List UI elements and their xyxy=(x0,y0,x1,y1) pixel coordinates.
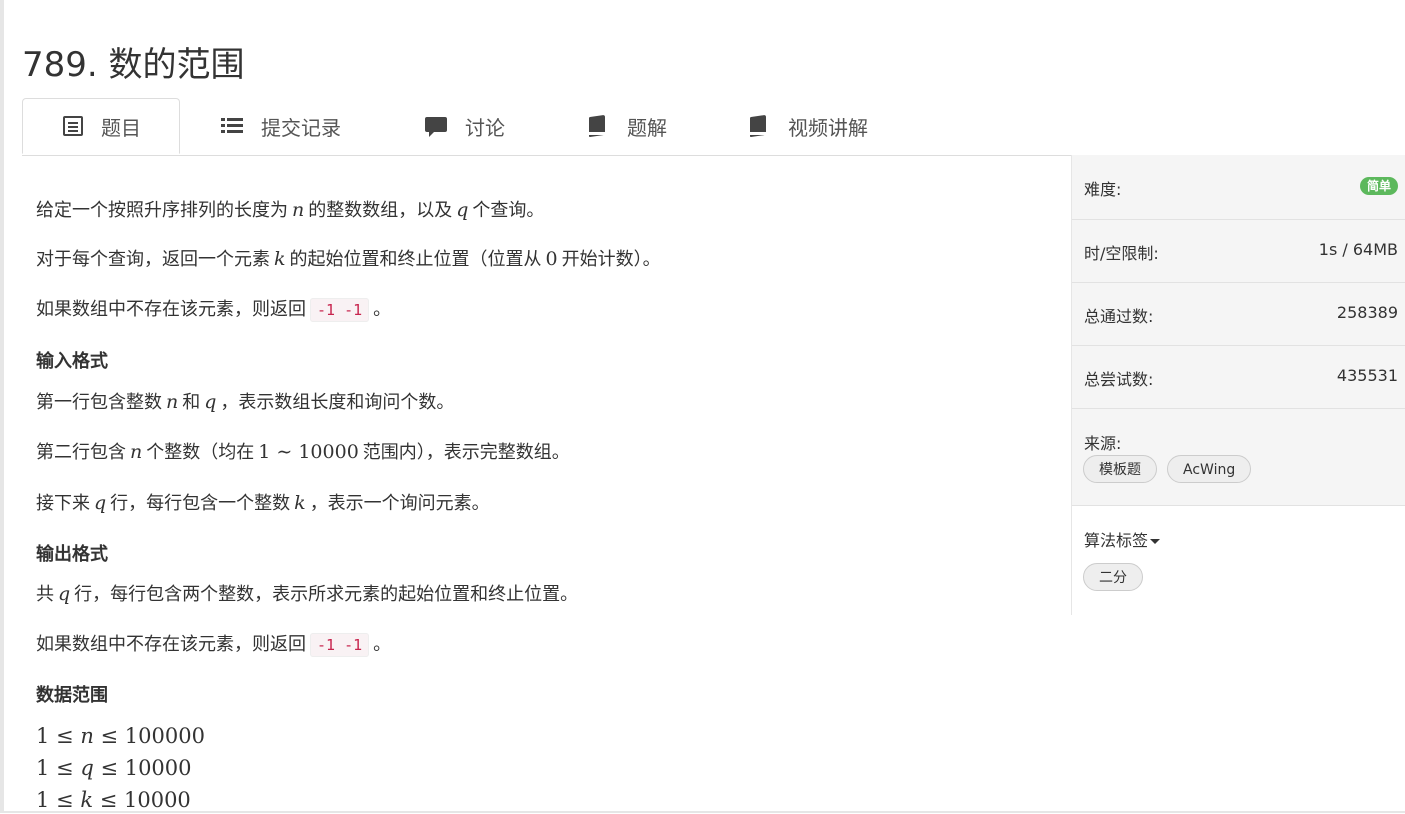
tab-label: 视频讲解 xyxy=(788,115,868,140)
document-icon xyxy=(63,116,83,136)
difficulty-badge: 简单 xyxy=(1359,177,1398,195)
tab-label: 讨论 xyxy=(465,115,505,140)
statement-paragraph: 如果数组中不存在该元素，则返回 -1 -1。 xyxy=(36,633,392,657)
input-format-heading: 输入格式 xyxy=(36,351,108,372)
statement-paragraph: 给定一个按照升序排列的长度为 n 的整数数组，以及 q 个查询。 xyxy=(36,199,545,221)
range-line: 1 ≤ k ≤ 10000 xyxy=(36,788,191,812)
difficulty-row: 难度: 简单 xyxy=(1072,155,1405,220)
statement-paragraph: 共 q 行，每行包含两个整数，表示所求元素的起始位置和终止位置。 xyxy=(36,583,579,605)
inline-code: -1 -1 xyxy=(310,298,370,322)
book-icon xyxy=(587,115,609,137)
output-format-heading: 输出格式 xyxy=(36,544,108,565)
tab-label: 题解 xyxy=(627,115,667,140)
source-row: 来源: 模板题 AcWing xyxy=(1072,408,1405,506)
limit-row: 时/空限制: 1s / 64MB xyxy=(1072,219,1405,283)
statement-paragraph: 如果数组中不存在该元素，则返回 -1 -1。 xyxy=(36,298,392,322)
range-line: 1 ≤ q ≤ 10000 xyxy=(36,756,192,780)
tab-label: 提交记录 xyxy=(261,115,341,140)
source-tag-acwing[interactable]: AcWing xyxy=(1167,455,1252,483)
problem-info-panel: 难度: 简单 时/空限制: 1s / 64MB 总通过数: 258389 总尝试… xyxy=(1071,155,1405,615)
range-line: 1 ≤ n ≤ 100000 xyxy=(36,724,205,748)
page-title: 789. 数的范围 xyxy=(22,44,245,85)
tab-label: 题目 xyxy=(101,115,141,140)
tab-submissions[interactable]: 提交记录 xyxy=(221,98,341,154)
book-icon xyxy=(748,115,770,137)
tab-bar: 题目 提交记录 讨论 题解 视频讲解 xyxy=(22,98,1405,156)
left-border xyxy=(0,0,4,813)
tab-problem[interactable]: 题目 xyxy=(22,98,180,154)
algorithm-tags-section: 算法标签 二分 xyxy=(1072,506,1405,615)
algorithm-tag-binary-search[interactable]: 二分 xyxy=(1083,563,1143,591)
tab-video[interactable]: 视频讲解 xyxy=(748,98,868,154)
attempts-row: 总尝试数: 435531 xyxy=(1072,345,1405,409)
chat-icon xyxy=(425,115,447,137)
tab-solutions[interactable]: 题解 xyxy=(587,98,667,154)
data-range-heading: 数据范围 xyxy=(36,685,108,706)
statement-paragraph: 接下来 q 行，每行包含一个整数 k ，表示一个询问元素。 xyxy=(36,492,490,514)
algorithm-tags-toggle[interactable]: 算法标签 xyxy=(1084,527,1161,551)
inline-code: -1 -1 xyxy=(310,633,370,657)
statement-paragraph: 第二行包含 n 个整数（均在 1 ∼ 10000 范围内），表示完整数组。 xyxy=(36,441,570,463)
source-tag-template[interactable]: 模板题 xyxy=(1083,455,1157,483)
caret-down-icon xyxy=(1150,539,1161,544)
statement-paragraph: 第一行包含整数 n 和 q ，表示数组长度和询问个数。 xyxy=(36,391,455,413)
accepted-row: 总通过数: 258389 xyxy=(1072,282,1405,346)
list-icon xyxy=(221,115,243,137)
tab-discussion[interactable]: 讨论 xyxy=(425,98,505,154)
statement-paragraph: 对于每个查询，返回一个元素 k 的起始位置和终止位置（位置从 0 开始计数）。 xyxy=(36,248,661,270)
